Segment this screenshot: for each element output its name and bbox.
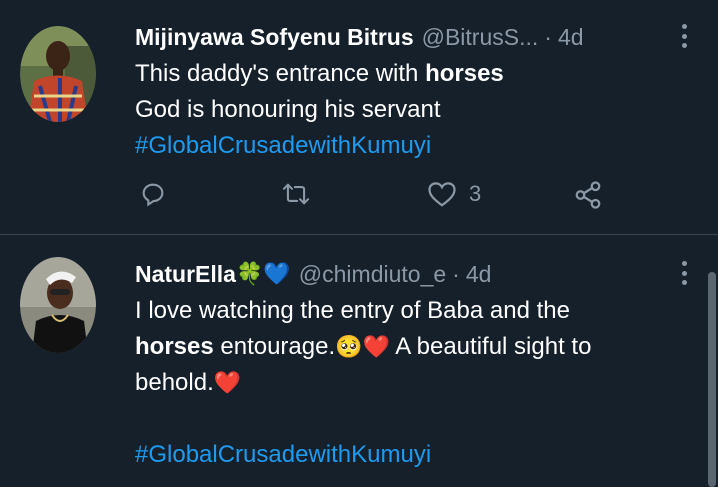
like-count: 3 [469,181,482,206]
text-span: behold. [135,369,214,396]
avatar[interactable] [20,26,96,122]
text-line: This daddy's entrance with [135,60,426,87]
tweet-header: Mijinyawa Sofyenu Bitrus @BitrusS... · 4… [135,22,678,52]
hashtag-link[interactable]: #GlobalCrusadewithKumuyi [135,437,678,473]
like-button[interactable]: 3 [427,180,481,208]
text-line: I love watching the entry of Baba and th… [135,297,570,324]
avatar[interactable] [20,257,96,353]
tweet-1[interactable]: Mijinyawa Sofyenu Bitrus @BitrusS... · 4… [0,0,718,235]
reply-button[interactable] [139,180,167,208]
text-span: A beautiful sight to [389,333,592,360]
like-icon [428,182,456,207]
separator: · [544,23,552,50]
tweet-text: I love watching the entry of Baba and th… [135,293,678,473]
bold-word: horses [425,60,504,87]
text-line: God is honouring his servant [135,96,441,123]
more-icon[interactable] [680,261,688,285]
share-icon [575,181,601,209]
tweet-text: This daddy's entrance with horses God is… [135,56,678,164]
user-handle[interactable]: @BitrusS... [422,24,539,51]
user-handle[interactable]: @chimdiuto_e [299,261,446,288]
display-name[interactable]: Mijinyawa Sofyenu Bitrus [135,24,414,51]
retweet-button[interactable] [281,180,311,208]
timestamp[interactable]: 4d [558,24,584,51]
tweet-actions: 3 [135,180,615,220]
timestamp[interactable]: 4d [466,261,492,288]
more-icon[interactable] [680,24,688,48]
name-emojis: 🍀💙 [235,261,291,286]
emoji: ❤️ [213,370,242,395]
reply-icon [142,183,164,207]
separator: · [452,260,460,287]
scrollbar[interactable] [708,272,716,487]
display-name[interactable]: NaturElla [135,261,236,288]
tweet-2[interactable]: NaturElla 🍀💙 @chimdiuto_e · 4d I love wa… [0,235,718,487]
retweet-icon [282,183,310,205]
share-button[interactable] [573,180,603,210]
text-span: entourage. [213,333,336,360]
tweet-header: NaturElla 🍀💙 @chimdiuto_e · 4d [135,259,678,289]
emoji: 🥺❤️ [335,334,390,359]
bold-word: horses [135,333,214,360]
hashtag-link[interactable]: #GlobalCrusadewithKumuyi [135,128,678,164]
